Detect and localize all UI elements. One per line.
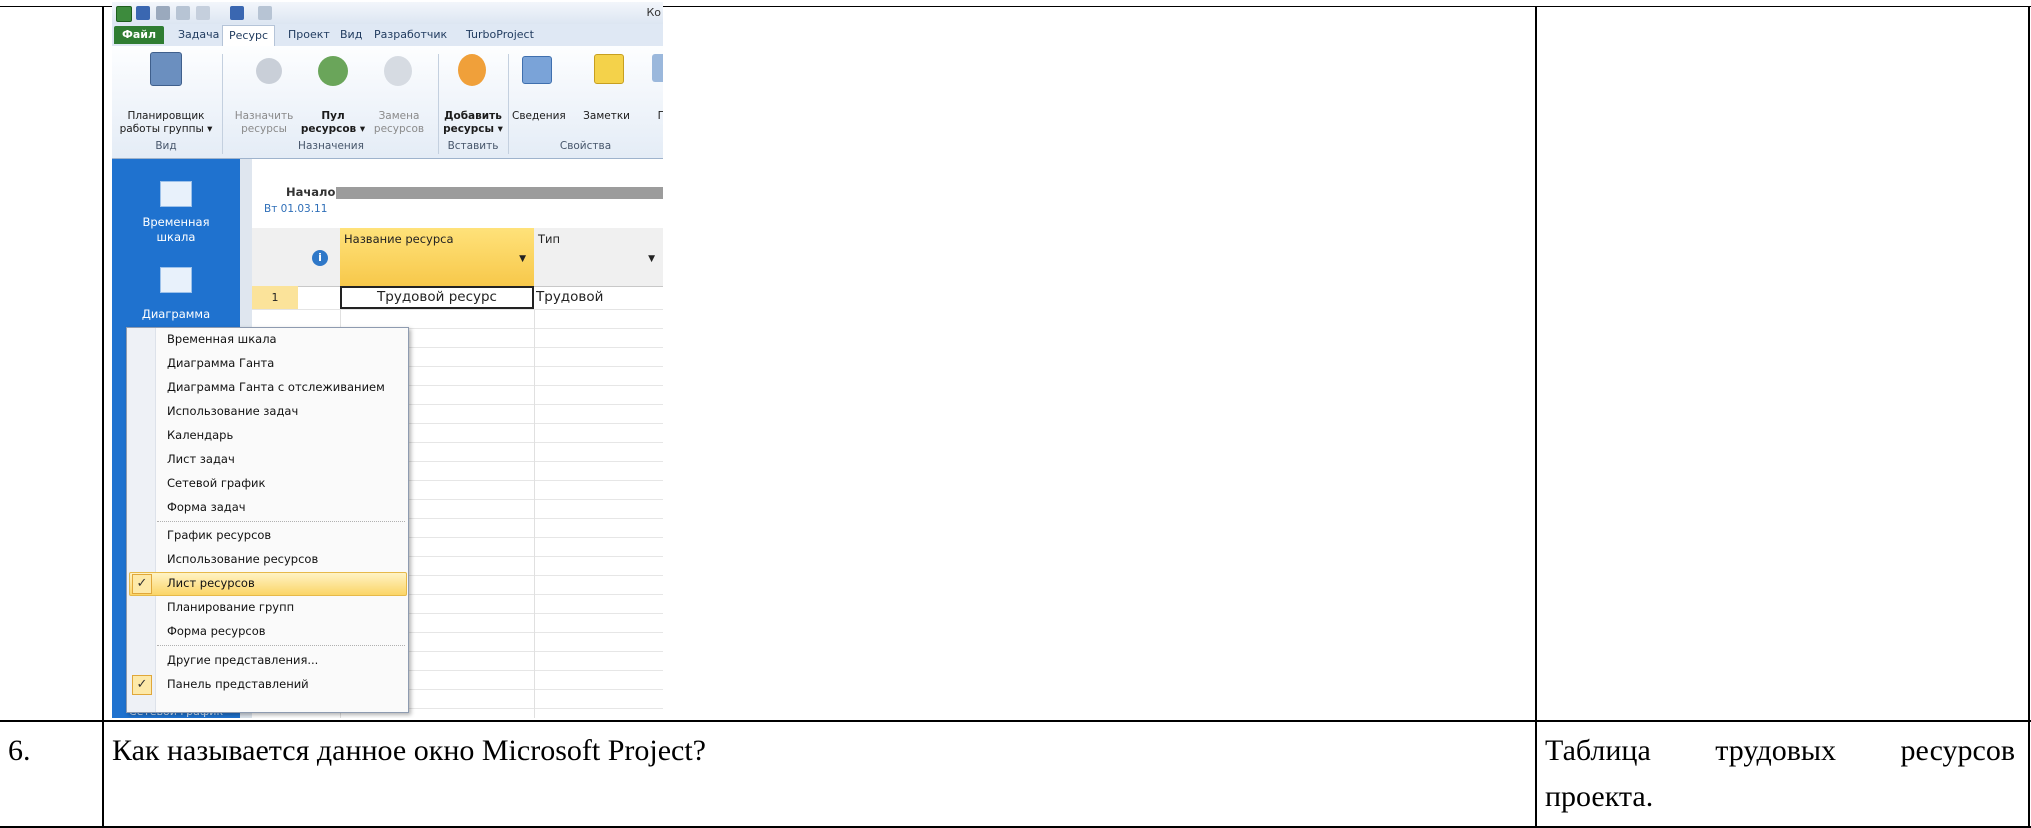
- ribbon-tabs: Файл Задача Ресурс Проект Вид Разработчи…: [112, 24, 663, 47]
- team-planner-button[interactable]: Планировщик работы группы ▾: [112, 110, 220, 136]
- dropdown-arrow-icon[interactable]: ▼: [519, 254, 526, 264]
- timeline-bar[interactable]: [336, 187, 663, 199]
- quick-access-toolbar: Ко: [112, 2, 663, 24]
- add-resources-button[interactable]: Добавить ресурсы ▾: [438, 110, 508, 136]
- tab-resource[interactable]: Ресурс: [222, 25, 275, 47]
- ms-project-screenshot: Ко Файл Задача Ресурс Проект Вид Разрабо…: [112, 2, 663, 718]
- view-bar-gantt[interactable]: Диаграмма: [112, 307, 240, 322]
- undo-icon[interactable]: [230, 6, 244, 20]
- cell-resource-name[interactable]: Трудовой ресурс: [340, 286, 534, 309]
- menu-item-task-form[interactable]: Форма задач: [167, 497, 246, 517]
- col-divider-1: [102, 6, 104, 828]
- notes-button[interactable]: Заметки: [564, 110, 630, 123]
- group-label-view: Вид: [155, 140, 177, 152]
- tab-project[interactable]: Проект: [288, 28, 330, 41]
- team-planner-icon: [150, 52, 182, 86]
- resource-pool-button[interactable]: Пул ресурсов ▾: [298, 110, 368, 136]
- dropdown-arrow-icon[interactable]: ▼: [648, 254, 655, 264]
- question-cell: Как называется данное окно Microsoft Pro…: [112, 734, 706, 767]
- assign-resources-button[interactable]: Назначить ресурсы: [228, 110, 300, 136]
- menu-item-timeline[interactable]: Временная шкала: [167, 329, 277, 349]
- tab-view[interactable]: Вид: [340, 28, 362, 41]
- save-icon[interactable]: [136, 6, 150, 20]
- tab-file[interactable]: Файл: [114, 26, 164, 44]
- substitute-resources-icon: [384, 56, 412, 86]
- app-title: Ко: [646, 6, 661, 19]
- project-logo-icon: [116, 6, 132, 22]
- info-icon: i: [312, 250, 328, 266]
- resource-pool-icon: [318, 56, 348, 86]
- menu-item-task-sheet[interactable]: Лист задач: [167, 449, 235, 469]
- views-context-menu: Временная шкала Диаграмма Ганта Диаграмм…: [126, 327, 409, 713]
- substitute-resources-button[interactable]: Замена ресурсов: [362, 110, 436, 136]
- assign-resources-icon: [256, 58, 282, 84]
- notes-icon: [594, 54, 624, 84]
- answer-line-1: Таблица трудовых ресурсов: [1545, 734, 2015, 767]
- checkmark-icon: ✓: [132, 574, 152, 594]
- row-number-cell: 6.: [8, 734, 31, 767]
- menu-item-resource-form[interactable]: Форма ресурсов: [167, 621, 266, 641]
- timeline-start-label: Начало: [286, 185, 336, 199]
- tab-turboproject[interactable]: TurboProject: [466, 28, 534, 41]
- menu-separator: [157, 521, 405, 522]
- menu-item-more-views[interactable]: Другие представления...: [167, 650, 318, 670]
- redo-icon[interactable]: [258, 6, 272, 20]
- header-row-number: [252, 228, 299, 287]
- group-separator: [438, 54, 439, 154]
- header-indicators[interactable]: i: [298, 228, 341, 287]
- view-bar-timeline[interactable]: Временная шкала: [112, 215, 240, 245]
- copy-icon[interactable]: [176, 6, 190, 20]
- menu-item-gantt[interactable]: Диаграмма Ганта: [167, 353, 274, 373]
- grid-col-line: [534, 310, 535, 718]
- menu-separator: [157, 645, 405, 646]
- group-label-insert: Вставить: [447, 140, 499, 152]
- table-border-mid: [0, 720, 2031, 722]
- information-icon: [522, 56, 552, 84]
- answer-line-2: проекта.: [1545, 780, 1654, 813]
- cell-type[interactable]: Трудовой: [536, 286, 603, 309]
- timeline-start-date: Вт 01.03.11: [264, 203, 328, 215]
- checkmark-icon: ✓: [132, 675, 152, 695]
- details-icon: [652, 54, 663, 82]
- menu-item-resource-usage[interactable]: Использование ресурсов: [167, 549, 318, 569]
- ribbon: Планировщик работы группы ▾ Назначить ре…: [112, 46, 663, 159]
- header-type[interactable]: Тип ▼: [534, 228, 663, 287]
- menu-item-resource-graph[interactable]: График ресурсов: [167, 525, 271, 545]
- menu-item-tracking-gantt[interactable]: Диаграмма Ганта с отслеживанием: [167, 377, 385, 397]
- header-type-label: Тип: [538, 232, 561, 246]
- menu-item-resource-sheet[interactable]: Лист ресурсов: [167, 573, 255, 593]
- menu-item-calendar[interactable]: Календарь: [167, 425, 233, 445]
- group-separator: [508, 54, 509, 154]
- preview-icon[interactable]: [196, 6, 210, 20]
- table-row[interactable]: 1 Трудовой ресурс Трудовой: [252, 286, 663, 310]
- timeline-view-icon[interactable]: [160, 181, 192, 207]
- header-resource-name-label: Название ресурса: [344, 232, 454, 246]
- menu-item-task-usage[interactable]: Использование задач: [167, 401, 298, 421]
- menu-gutter: [127, 328, 156, 712]
- group-separator: [222, 54, 223, 154]
- timeline-strip: Начало Вт 01.03.11: [252, 159, 663, 227]
- details-button[interactable]: По: [632, 110, 663, 123]
- header-resource-name[interactable]: Название ресурса ▼: [340, 228, 535, 287]
- menu-item-view-bar[interactable]: Панель представлений: [167, 674, 309, 694]
- tab-task[interactable]: Задача: [178, 28, 219, 41]
- col-divider-2: [1535, 6, 1537, 828]
- menu-item-network-diagram[interactable]: Сетевой график: [167, 473, 265, 493]
- group-label-assignments: Назначения: [298, 140, 364, 152]
- group-label-properties: Свойства: [559, 140, 612, 152]
- tab-developer[interactable]: Разработчик: [374, 28, 447, 41]
- add-resources-icon: [458, 54, 486, 86]
- information-button[interactable]: Сведения: [512, 110, 566, 123]
- menu-item-team-planner[interactable]: Планирование групп: [167, 597, 294, 617]
- col-divider-right: [2028, 6, 2030, 828]
- gantt-view-icon[interactable]: [160, 267, 192, 293]
- print-icon[interactable]: [156, 6, 170, 20]
- row-number: 1: [252, 286, 298, 309]
